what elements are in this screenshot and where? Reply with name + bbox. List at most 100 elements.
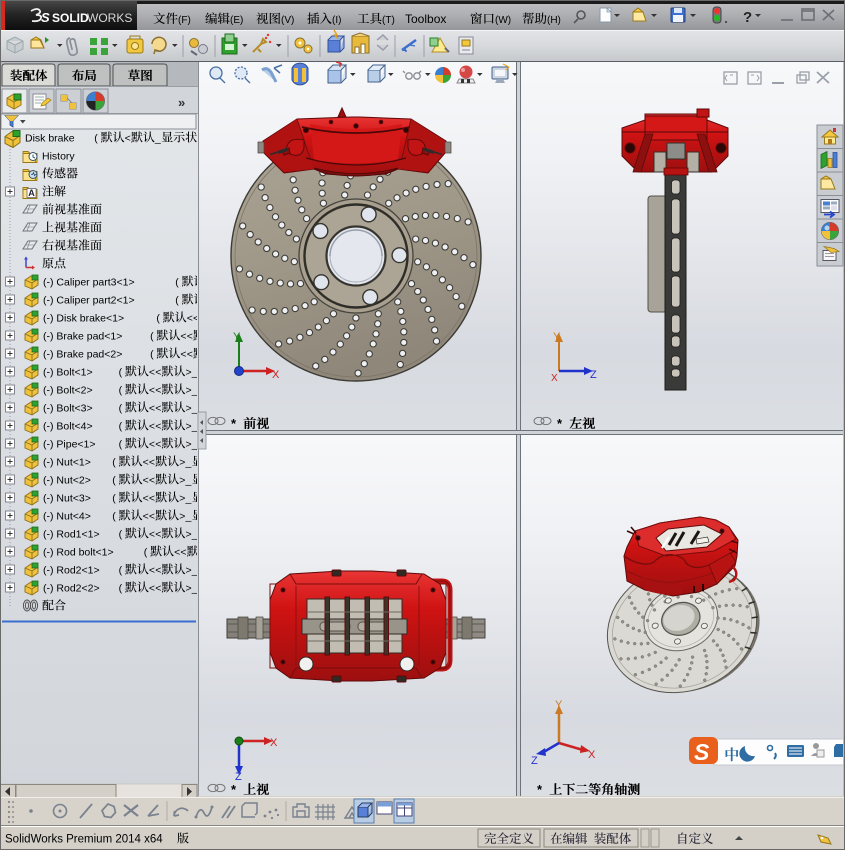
svg-text:SOLID: SOLID <box>52 11 89 25</box>
svg-text:S: S <box>41 10 50 25</box>
svg-text:Z: Z <box>590 369 597 381</box>
svg-text:<: < <box>155 367 161 379</box>
svg-text:(: ( <box>112 457 116 469</box>
svg-text:<: < <box>143 457 149 469</box>
svg-text:(-) Nut<2>: (-) Nut<2> <box>43 475 91 487</box>
svg-text:>: > <box>186 439 192 451</box>
svg-text:<: < <box>155 421 161 433</box>
svg-text:(-) Rod1<1>: (-) Rod1<1> <box>43 529 100 541</box>
svg-text:_: _ <box>191 385 198 397</box>
svg-text:(: ( <box>144 547 148 559</box>
svg-text:_: _ <box>191 583 198 595</box>
svg-text:_: _ <box>154 133 161 145</box>
svg-text:(: ( <box>150 349 154 361</box>
svg-text:(-) Nut<3>: (-) Nut<3> <box>43 493 91 505</box>
svg-text:Y: Y <box>233 331 241 343</box>
svg-text:(W): (W) <box>495 15 511 26</box>
svg-text:<: < <box>155 529 161 541</box>
svg-text:(-) Nut<1>: (-) Nut<1> <box>43 457 91 469</box>
svg-text:<: < <box>149 457 155 469</box>
svg-text:<: < <box>149 565 155 577</box>
svg-text:<: < <box>143 475 149 487</box>
svg-text:<: < <box>149 583 155 595</box>
svg-text:(-) Caliper part2<1>: (-) Caliper part2<1> <box>43 295 135 307</box>
svg-text:(: ( <box>119 529 123 541</box>
svg-text:WORKS: WORKS <box>87 11 132 25</box>
svg-text:(: ( <box>119 439 123 451</box>
svg-text:<: < <box>155 385 161 397</box>
svg-text:>: > <box>179 511 185 523</box>
svg-text:(: ( <box>175 295 179 307</box>
svg-text:(: ( <box>94 133 98 145</box>
svg-text:A: A <box>28 188 35 198</box>
svg-text:<: < <box>180 331 186 343</box>
svg-text:<: < <box>149 421 155 433</box>
svg-text:X: X <box>270 737 278 749</box>
svg-text:(: ( <box>112 493 116 505</box>
svg-text:(E): (E) <box>230 15 243 26</box>
svg-text:(-) Pipe<1>: (-) Pipe<1> <box>43 439 96 451</box>
svg-text:<: < <box>149 439 155 451</box>
svg-text:<: < <box>149 529 155 541</box>
svg-text:(-) Bolt<3>: (-) Bolt<3> <box>43 403 93 415</box>
svg-text:<: < <box>143 511 149 523</box>
svg-text:<: < <box>149 385 155 397</box>
svg-text:(: ( <box>112 511 116 523</box>
svg-text:<: < <box>174 547 180 559</box>
svg-text:(-) Bolt<1>: (-) Bolt<1> <box>43 367 93 379</box>
svg-text:(F): (F) <box>178 15 191 26</box>
svg-text:<: < <box>180 349 186 361</box>
svg-text:<: < <box>155 439 161 451</box>
svg-text:?: ? <box>743 9 752 26</box>
svg-text:<: < <box>155 583 161 595</box>
svg-text:Y: Y <box>553 331 561 343</box>
svg-text:>: > <box>186 565 192 577</box>
svg-text:(: ( <box>119 421 123 433</box>
svg-text:(: ( <box>150 331 154 343</box>
svg-text:(: ( <box>119 583 123 595</box>
svg-text:_: _ <box>191 421 198 433</box>
svg-text:Toolbox: Toolbox <box>405 12 446 26</box>
svg-text:Disk brake: Disk brake <box>25 133 75 145</box>
svg-text:(-) Rod bolt<1>: (-) Rod bolt<1> <box>43 547 114 559</box>
svg-text:_: _ <box>191 439 198 451</box>
svg-text:<: < <box>187 313 193 325</box>
svg-text:>: > <box>186 421 192 433</box>
svg-text:(: ( <box>119 403 123 415</box>
svg-text:(-) Rod2<2>: (-) Rod2<2> <box>43 583 100 595</box>
svg-text:_: _ <box>185 511 192 523</box>
svg-text:_: _ <box>185 457 192 469</box>
svg-text:(-) Nut<4>: (-) Nut<4> <box>43 511 91 523</box>
svg-text:>: > <box>186 403 192 415</box>
svg-text:(-) Caliper part3<1>: (-) Caliper part3<1> <box>43 277 135 289</box>
svg-text:(: ( <box>112 475 116 487</box>
svg-text:S: S <box>694 739 710 765</box>
svg-text:History: History <box>42 151 75 163</box>
svg-text:(T): (T) <box>382 15 395 26</box>
svg-text:Z: Z <box>531 755 538 767</box>
svg-text:>: > <box>179 475 185 487</box>
svg-text:X: X <box>588 749 596 761</box>
svg-text:<: < <box>180 547 186 559</box>
svg-text:(-) Bolt<4>: (-) Bolt<4> <box>43 421 93 433</box>
svg-text:X: X <box>272 369 280 381</box>
svg-text:(-) Bolt<2>: (-) Bolt<2> <box>43 385 93 397</box>
svg-text:_: _ <box>191 565 198 577</box>
svg-text:(H): (H) <box>547 15 561 26</box>
svg-text:>: > <box>179 457 185 469</box>
svg-text:_: _ <box>185 493 192 505</box>
svg-text:<: < <box>149 367 155 379</box>
svg-text:(: ( <box>119 367 123 379</box>
svg-text:<: < <box>125 133 131 145</box>
svg-text:<: < <box>149 475 155 487</box>
svg-text:(: ( <box>119 565 123 577</box>
svg-text:_: _ <box>185 475 192 487</box>
svg-text:(V): (V) <box>281 15 294 26</box>
svg-text:>: > <box>179 493 185 505</box>
svg-text:(: ( <box>156 313 160 325</box>
svg-text:(: ( <box>175 277 179 289</box>
svg-text:_: _ <box>191 403 198 415</box>
svg-text:(: ( <box>119 385 123 397</box>
svg-text:<: < <box>149 493 155 505</box>
svg-text:<: < <box>155 403 161 415</box>
